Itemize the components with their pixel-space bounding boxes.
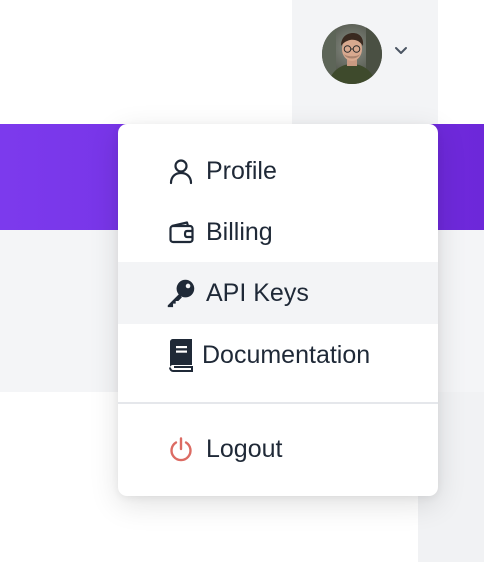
menu-item-documentation[interactable]: Documentation: [118, 324, 438, 386]
menu-item-label: Billing: [206, 218, 273, 246]
user-icon: [166, 156, 196, 186]
menu-item-profile[interactable]: Profile: [118, 140, 438, 202]
book-icon: [166, 339, 196, 372]
logout-label: Logout: [206, 435, 283, 463]
menu-item-billing[interactable]: Billing: [118, 201, 438, 263]
menu-item-label: Profile: [206, 157, 277, 185]
user-dropdown-menu: Profile Billing API Keys Documentation L…: [118, 124, 438, 496]
wallet-icon: [166, 217, 196, 247]
menu-item-logout[interactable]: Logout: [118, 418, 438, 480]
menu-item-label: API Keys: [206, 279, 309, 307]
menu-item-label: Documentation: [202, 341, 371, 369]
chevron-down-icon[interactable]: [392, 41, 410, 59]
power-icon: [166, 434, 196, 464]
menu-item-api-keys[interactable]: API Keys: [118, 262, 438, 324]
avatar[interactable]: [322, 24, 382, 84]
key-icon: [166, 278, 196, 308]
menu-divider: [118, 402, 438, 404]
